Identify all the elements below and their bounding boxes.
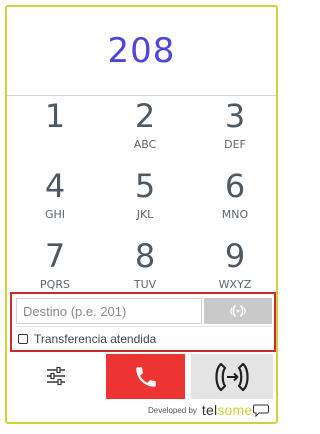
brand-logo: telsome [202, 402, 252, 418]
key-digit: 1 [44, 97, 66, 135]
brand-part-2: some [217, 402, 253, 418]
key-letters: WXYZ [218, 278, 252, 291]
destination-input[interactable] [16, 298, 202, 324]
developed-by-text: Developed by [148, 405, 197, 415]
brand-part-1: tel [201, 402, 218, 418]
transfer-button[interactable] [191, 354, 273, 399]
display-divider [7, 95, 276, 96]
key-digit: 8 [134, 237, 156, 275]
destination-divider [16, 326, 272, 327]
key-letters: TUV [133, 278, 157, 291]
sliders-icon [47, 366, 65, 386]
attended-transfer-label: Transferencia atendida [34, 332, 157, 346]
key-letters: GHI [44, 208, 66, 221]
attended-transfer-checkbox[interactable] [18, 334, 28, 344]
key-4[interactable]: 4 GHI [10, 167, 100, 237]
ringing-phone-icon [230, 305, 246, 317]
settings-button[interactable] [38, 358, 74, 394]
key-letters: DEF [224, 138, 246, 151]
key-6[interactable]: 6 MNO [190, 167, 280, 237]
key-letters: MNO [221, 208, 249, 221]
dialed-number-display: 208 [107, 31, 176, 71]
key-letters: JKL [136, 208, 154, 221]
key-digit: 7 [44, 237, 66, 275]
key-3[interactable]: 3 DEF [190, 97, 280, 167]
attended-transfer-option[interactable]: Transferencia atendida [18, 330, 156, 348]
hangup-button[interactable] [106, 354, 185, 399]
key-5[interactable]: 5 JKL [100, 167, 190, 237]
speech-bubble-icon [253, 404, 270, 417]
phone-icon [135, 366, 156, 387]
key-letters: ABC [133, 138, 157, 151]
key-letters: PQRS [40, 278, 70, 291]
key-1[interactable]: 1 [10, 97, 100, 167]
destination-call-button[interactable] [204, 298, 272, 324]
footer-credit: Developed by telsome [148, 400, 270, 420]
transfer-destination-panel: Transferencia atendida [10, 292, 276, 352]
phone-transfer-icon [215, 362, 249, 391]
key-digit: 5 [134, 167, 156, 205]
key-digit: 9 [224, 237, 246, 275]
key-digit: 2 [134, 97, 156, 135]
key-digit: 4 [44, 167, 66, 205]
key-2[interactable]: 2 ABC [100, 97, 190, 167]
key-digit: 6 [224, 167, 246, 205]
key-digit: 3 [224, 97, 246, 135]
